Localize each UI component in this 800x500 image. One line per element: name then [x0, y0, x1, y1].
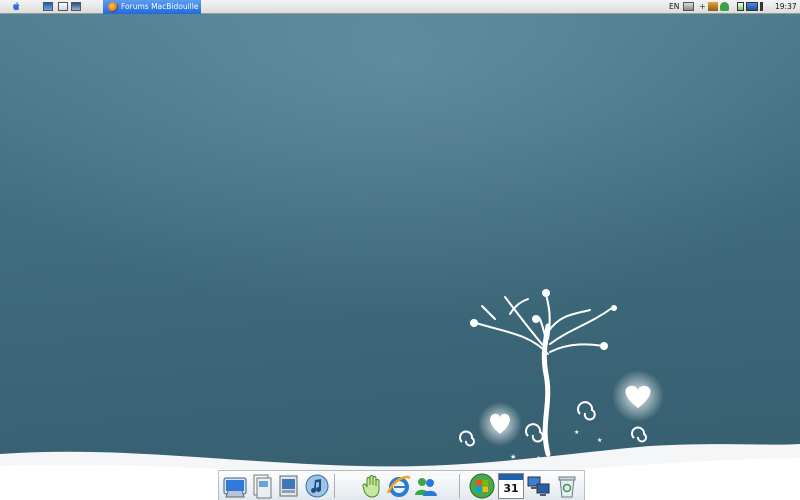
svg-text:★: ★ — [510, 453, 516, 461]
screenshot-icon[interactable] — [71, 2, 81, 11]
dock: 31 — [218, 470, 585, 500]
internet-explorer-icon[interactable] — [386, 473, 412, 499]
monitor-icon[interactable] — [746, 2, 758, 11]
preview-icon[interactable] — [249, 473, 275, 499]
user-icon[interactable] — [720, 2, 729, 11]
taskbar-button-label: Forums MacBidouille ... — [121, 2, 201, 11]
clock[interactable]: 19:37 — [775, 0, 797, 14]
svg-text:★: ★ — [597, 437, 602, 444]
calendar-day-label: 31 — [503, 482, 519, 495]
svg-text:★: ★ — [574, 429, 579, 436]
dock-separator — [459, 474, 460, 498]
photo-viewer-icon[interactable] — [276, 473, 302, 499]
document-icon[interactable] — [58, 2, 68, 11]
finder-window-icon[interactable] — [43, 2, 53, 11]
hand-icon[interactable] — [359, 473, 385, 499]
plus-icon[interactable]: + — [699, 0, 706, 14]
taskbar-button-firefox[interactable]: Forums MacBidouille ... — [103, 0, 201, 14]
apple-logo-icon[interactable] — [11, 1, 22, 12]
volume-icon[interactable] — [760, 2, 769, 11]
battery-icon[interactable] — [737, 2, 744, 11]
top-menubar: Forums MacBidouille ... EN + 19:37 — [0, 0, 800, 14]
calendar-icon[interactable]: 31 — [498, 473, 524, 499]
finder-icon[interactable] — [222, 473, 248, 499]
wallpaper-artwork: ★ ★ ★ ★ — [0, 289, 800, 500]
input-language-indicator[interactable]: EN — [669, 0, 679, 14]
network-computers-icon[interactable] — [526, 473, 552, 499]
network-icon[interactable] — [708, 2, 718, 11]
dock-separator — [334, 474, 335, 498]
messenger-icon[interactable] — [413, 473, 439, 499]
windows-logo-icon[interactable] — [469, 473, 495, 499]
itunes-icon[interactable] — [304, 473, 330, 499]
printer-icon[interactable] — [683, 2, 694, 11]
svg-text:★: ★ — [536, 455, 541, 462]
desktop-wallpaper: ★ ★ ★ ★ — [0, 14, 800, 500]
firefox-icon — [108, 2, 118, 12]
recycle-bin-icon[interactable] — [554, 473, 580, 499]
